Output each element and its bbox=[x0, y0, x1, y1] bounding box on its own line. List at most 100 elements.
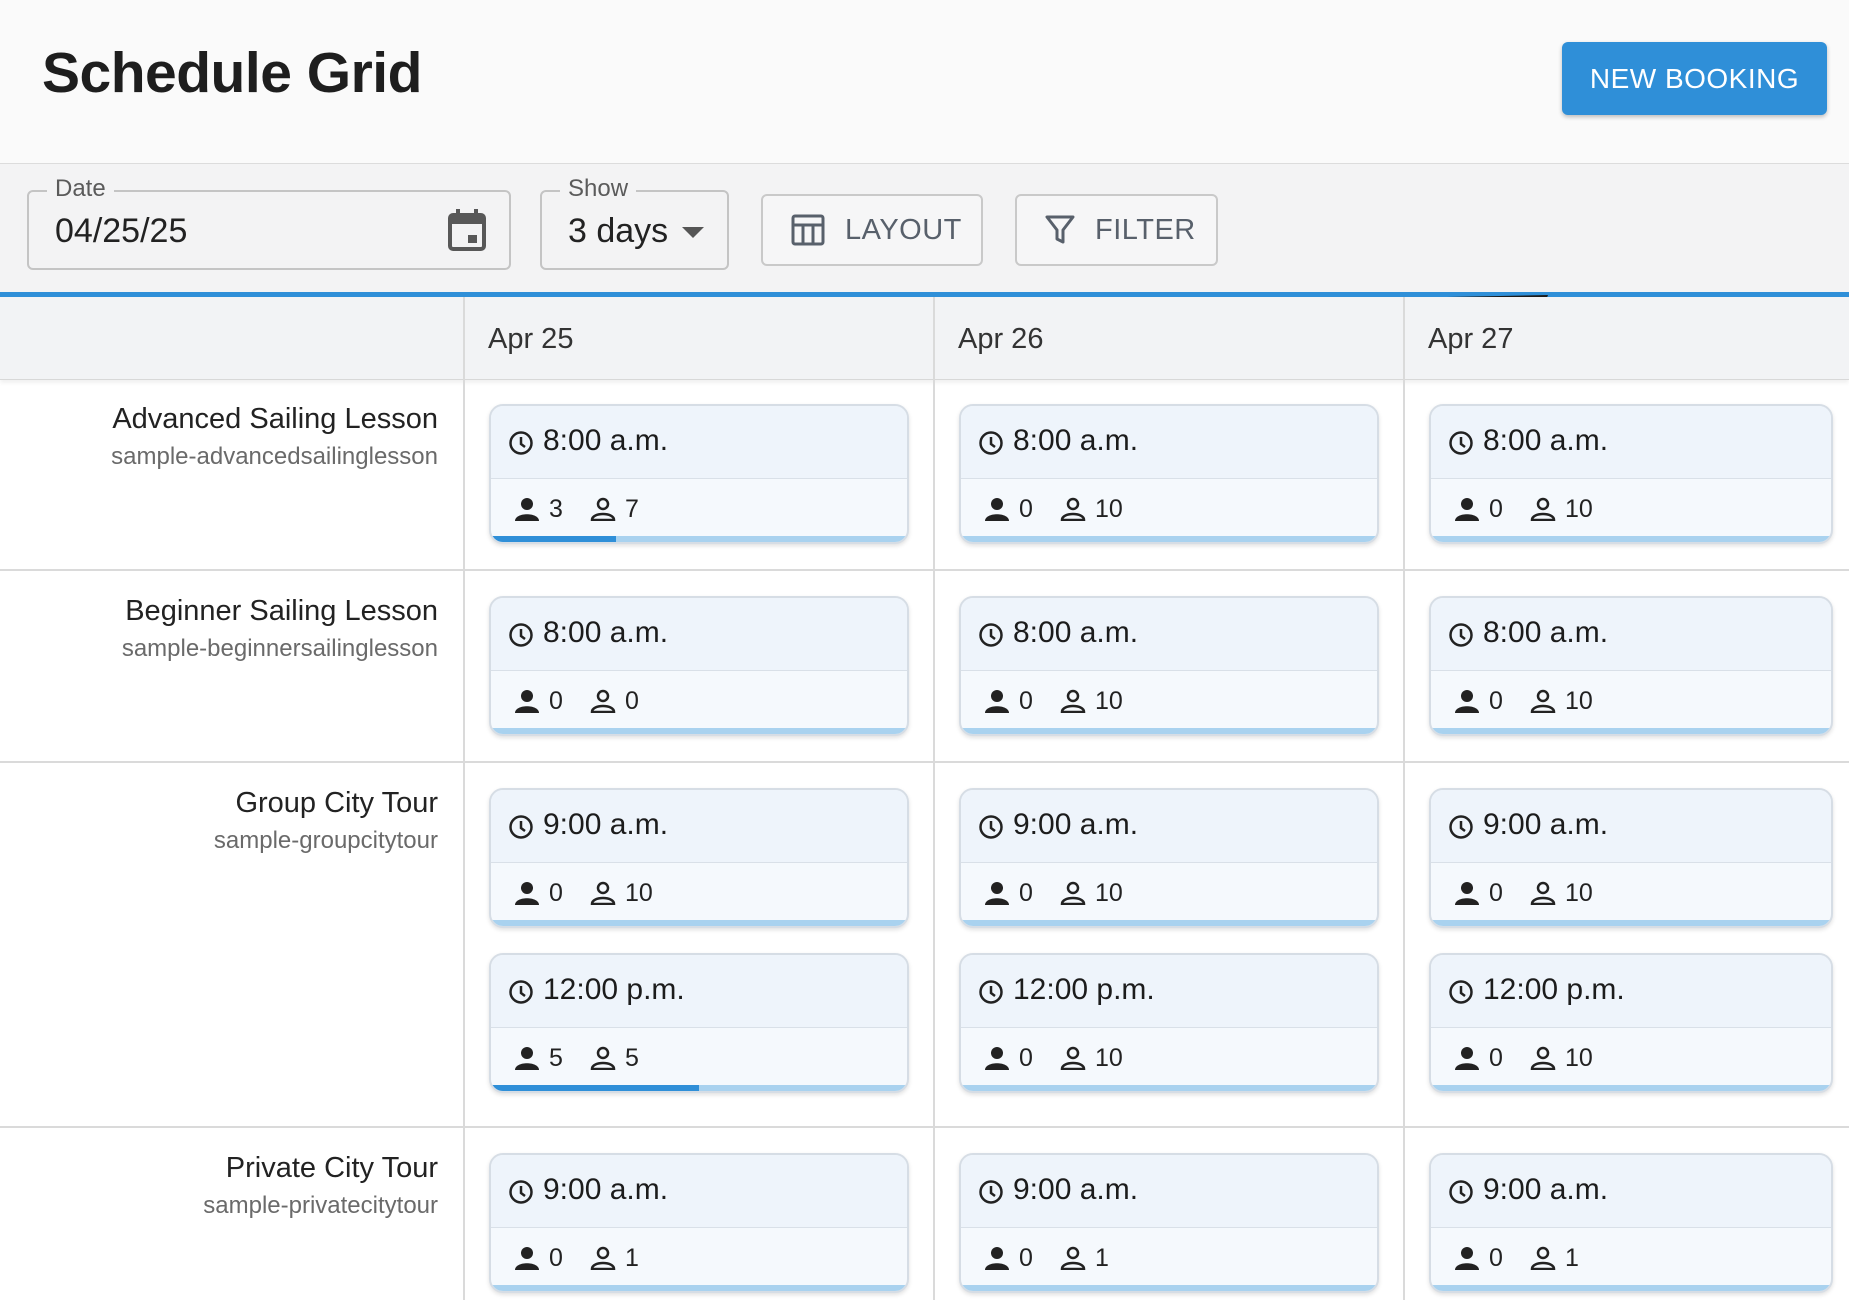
timeslot-card[interactable]: 12:00 p.m. 5 5 bbox=[489, 953, 909, 1093]
clock-icon bbox=[978, 1179, 1004, 1210]
timeslot-header: 9:00 a.m. bbox=[1431, 790, 1831, 863]
available-count: 10 bbox=[1565, 687, 1593, 715]
clock-icon bbox=[508, 979, 534, 1010]
available-count: 10 bbox=[625, 879, 653, 907]
available-count: 0 bbox=[625, 687, 639, 715]
person-outline-icon bbox=[1529, 497, 1557, 526]
capacity-bar-fill bbox=[491, 536, 616, 542]
person-filled-icon bbox=[513, 1046, 541, 1075]
layout-button[interactable]: LAYOUT bbox=[761, 194, 983, 266]
booked-count: 0 bbox=[1019, 879, 1033, 907]
filter-button[interactable]: FILTER bbox=[1015, 194, 1218, 266]
timeslot-counts: 0 10 bbox=[1431, 1028, 1831, 1084]
new-booking-button[interactable]: NEW BOOKING bbox=[1562, 42, 1827, 115]
timeslot-card[interactable]: 8:00 a.m. 3 7 bbox=[489, 404, 909, 544]
timeslot-header: 8:00 a.m. bbox=[961, 598, 1377, 671]
timeslot-counts: 0 10 bbox=[961, 671, 1377, 727]
person-filled-icon bbox=[1453, 881, 1481, 910]
date-field[interactable]: Date 04/25/25 bbox=[27, 175, 511, 270]
timeslot-header: 8:00 a.m. bbox=[491, 406, 907, 479]
person-filled-icon bbox=[513, 881, 541, 910]
person-outline-icon bbox=[589, 689, 617, 718]
capacity-bar bbox=[1431, 1085, 1831, 1091]
timeslot-time: 9:00 a.m. bbox=[1483, 1173, 1609, 1206]
layout-button-label: LAYOUT bbox=[845, 213, 962, 246]
person-outline-icon bbox=[589, 1246, 617, 1275]
clock-icon bbox=[978, 979, 1004, 1010]
available-count: 10 bbox=[1565, 879, 1593, 907]
timeslot-counts: 0 10 bbox=[961, 479, 1377, 535]
resource-code: sample-advancedsailinglesson bbox=[111, 443, 438, 470]
date-column-header: Apr 27 bbox=[1428, 323, 1514, 355]
person-filled-icon bbox=[983, 497, 1011, 526]
timeslot-counts: 0 10 bbox=[1431, 671, 1831, 727]
clock-icon bbox=[1448, 622, 1474, 653]
column-divider bbox=[1403, 297, 1405, 1300]
timeslot-card[interactable]: 12:00 p.m. 0 10 bbox=[959, 953, 1379, 1093]
timeslot-card[interactable]: 9:00 a.m. 0 10 bbox=[1429, 788, 1833, 928]
timeslot-card[interactable]: 9:00 a.m. 0 10 bbox=[959, 788, 1379, 928]
timeslot-card[interactable]: 8:00 a.m. 0 0 bbox=[489, 596, 909, 736]
timeslot-header: 9:00 a.m. bbox=[961, 790, 1377, 863]
available-count: 1 bbox=[625, 1244, 639, 1272]
booked-count: 0 bbox=[1489, 879, 1503, 907]
timeslot-card[interactable]: 8:00 a.m. 0 10 bbox=[1429, 404, 1833, 544]
person-outline-icon bbox=[1529, 1246, 1557, 1275]
timeslot-card[interactable]: 9:00 a.m. 0 1 bbox=[489, 1153, 909, 1293]
timeslot-header: 8:00 a.m. bbox=[1431, 406, 1831, 479]
booked-count: 0 bbox=[1489, 495, 1503, 523]
timeslot-counts: 0 10 bbox=[491, 863, 907, 919]
timeslot-time: 9:00 a.m. bbox=[543, 808, 669, 841]
timeslot-card[interactable]: 9:00 a.m. 0 10 bbox=[489, 788, 909, 928]
calendar-icon[interactable] bbox=[447, 208, 487, 257]
person-filled-icon bbox=[1453, 1046, 1481, 1075]
booked-count: 3 bbox=[549, 495, 563, 523]
capacity-bar bbox=[1431, 1285, 1831, 1291]
person-outline-icon bbox=[1059, 881, 1087, 910]
person-filled-icon bbox=[513, 497, 541, 526]
person-filled-icon bbox=[983, 689, 1011, 718]
person-filled-icon bbox=[513, 689, 541, 718]
person-filled-icon bbox=[513, 1246, 541, 1275]
column-divider bbox=[463, 297, 465, 1300]
app-frame: Schedule Grid NEW BOOKING Date 04/25/25 … bbox=[0, 0, 1849, 1300]
capacity-bar bbox=[961, 920, 1377, 926]
person-outline-icon bbox=[1059, 1046, 1087, 1075]
timeslot-counts: 37 bbox=[491, 479, 907, 535]
timeslot-header: 12:00 p.m. bbox=[491, 955, 907, 1028]
person-outline-icon bbox=[1059, 689, 1087, 718]
filter-icon bbox=[1045, 215, 1075, 244]
clock-icon bbox=[1448, 1179, 1474, 1210]
resource-name: Beginner Sailing Lesson bbox=[125, 595, 438, 627]
timeslot-card[interactable]: 9:00 a.m. 0 1 bbox=[1429, 1153, 1833, 1293]
timeslot-card[interactable]: 12:00 p.m. 0 10 bbox=[1429, 953, 1833, 1093]
show-select[interactable]: Show 3 days bbox=[540, 175, 729, 270]
capacity-bar bbox=[1431, 728, 1831, 734]
booked-count: 5 bbox=[549, 1044, 563, 1072]
person-outline-icon bbox=[1529, 1046, 1557, 1075]
timeslot-time: 8:00 a.m. bbox=[1013, 616, 1139, 649]
timeslot-counts: 0 10 bbox=[961, 1028, 1377, 1084]
grid-header-row bbox=[0, 297, 1849, 380]
capacity-bar-fill bbox=[491, 1085, 699, 1091]
resource-code: sample-groupcitytour bbox=[213, 827, 438, 854]
clock-icon bbox=[508, 430, 534, 461]
clock-icon bbox=[1448, 814, 1474, 845]
timeslot-card[interactable]: 8:00 a.m. 0 10 bbox=[1429, 596, 1833, 736]
timeslot-card[interactable]: 8:00 a.m. 0 10 bbox=[959, 404, 1379, 544]
timeslot-header: 8:00 a.m. bbox=[961, 406, 1377, 479]
clock-icon bbox=[1448, 979, 1474, 1010]
capacity-bar bbox=[961, 728, 1377, 734]
timeslot-card[interactable]: 8:00 a.m. 0 10 bbox=[959, 596, 1379, 736]
date-field-value[interactable]: 04/25/25 bbox=[55, 212, 187, 251]
booked-count: 0 bbox=[1489, 1044, 1503, 1072]
available-count: 10 bbox=[1095, 495, 1123, 523]
booked-count: 0 bbox=[1489, 687, 1503, 715]
capacity-bar bbox=[961, 536, 1377, 542]
capacity-bar bbox=[491, 1285, 907, 1291]
timeslot-header: 8:00 a.m. bbox=[1431, 598, 1831, 671]
timeslot-card[interactable]: 9:00 a.m. 0 1 bbox=[959, 1153, 1379, 1293]
timeslot-time: 8:00 a.m. bbox=[543, 424, 669, 457]
timeslot-header: 9:00 a.m. bbox=[1431, 1155, 1831, 1228]
timeslot-header: 12:00 p.m. bbox=[961, 955, 1377, 1028]
